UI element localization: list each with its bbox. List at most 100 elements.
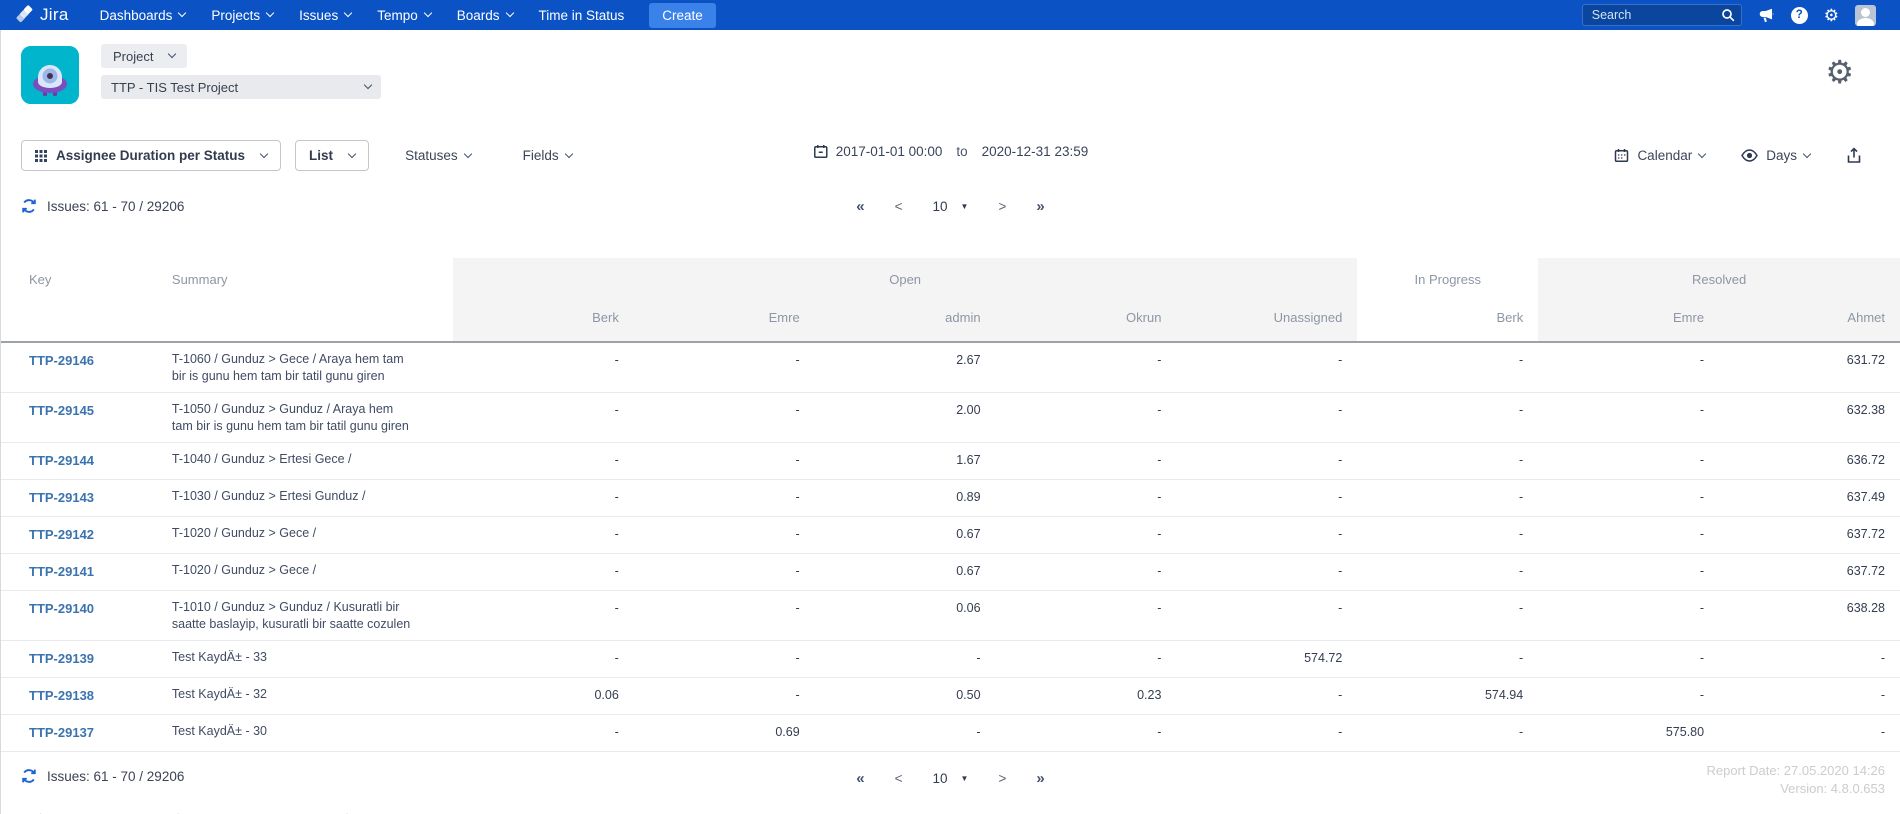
nav-item-issues[interactable]: Issues — [286, 0, 364, 30]
search-input[interactable] — [1582, 4, 1742, 26]
prev-page-button[interactable]: < — [895, 199, 903, 214]
unit-dropdown[interactable]: Days — [1741, 140, 1810, 171]
table-row: TTP-29146T-1060 / Gunduz > Gece / Araya … — [1, 342, 1900, 393]
chevron-down-icon — [168, 50, 176, 58]
project-select[interactable]: TTP - TIS Test Project — [101, 75, 381, 99]
value-cell: - — [1719, 641, 1900, 678]
value-cell: 0.06 — [453, 678, 634, 715]
nav-item-projects[interactable]: Projects — [198, 0, 286, 30]
create-button[interactable]: Create — [649, 3, 716, 28]
summary-cell: T-1030 / Gunduz > Ertesi Gunduz / — [172, 480, 453, 517]
view-dropdown[interactable]: List — [295, 140, 369, 171]
chevron-down-icon — [564, 149, 572, 157]
issue-key-link[interactable]: TTP-29142 — [29, 527, 94, 542]
next-page-button[interactable]: > — [998, 771, 1006, 786]
issue-key-link[interactable]: TTP-29137 — [29, 725, 94, 740]
statuses-dropdown[interactable]: Statuses — [405, 140, 471, 171]
value-cell: - — [453, 393, 634, 443]
issue-key-link[interactable]: TTP-29146 — [29, 353, 94, 368]
chevron-down-icon — [260, 149, 268, 157]
value-cell: - — [996, 393, 1177, 443]
value-cell: 575.80 — [1538, 715, 1719, 752]
value-cell: - — [815, 641, 996, 678]
fields-dropdown[interactable]: Fields — [523, 140, 572, 171]
table-header: KeySummaryOpenIn ProgressResolved BerkEm… — [1, 258, 1900, 342]
issue-key-link[interactable]: TTP-29144 — [29, 453, 94, 468]
first-page-button[interactable]: « — [856, 770, 864, 787]
project-avatar — [21, 46, 79, 104]
announcements-megaphone-icon[interactable] — [1758, 7, 1775, 24]
value-cell: 0.06 — [815, 591, 996, 641]
first-page-button[interactable]: « — [856, 198, 864, 215]
chevron-down-icon — [423, 9, 431, 17]
export-icon[interactable] — [1846, 147, 1862, 164]
brand-name: Jira — [40, 5, 69, 25]
summary-cell: T-1020 / Gunduz > Gece / — [172, 554, 453, 591]
report-table: KeySummaryOpenIn ProgressResolved BerkEm… — [1, 258, 1900, 752]
grid-icon — [35, 150, 47, 162]
nav-settings-gear-icon[interactable]: ⚙ — [1824, 7, 1839, 24]
issue-key-cell: TTP-29141 — [1, 554, 172, 591]
report-toolbar: Assignee Duration per Status List Status… — [1, 118, 1900, 178]
assignee-column-header: Emre — [634, 296, 815, 342]
date-from: 2017-01-01 00:00 — [836, 144, 943, 159]
value-cell: 0.23 — [996, 678, 1177, 715]
next-page-button[interactable]: > — [998, 199, 1006, 214]
value-cell: 638.28 — [1719, 591, 1900, 641]
last-page-button[interactable]: » — [1036, 198, 1044, 215]
nav-item-tempo[interactable]: Tempo — [364, 0, 444, 30]
prev-page-button[interactable]: < — [895, 771, 903, 786]
issue-key-link[interactable]: TTP-29145 — [29, 403, 94, 418]
page-size-select[interactable]: 10 ▼ — [933, 771, 969, 786]
value-cell: 0.89 — [815, 480, 996, 517]
eye-icon — [1741, 149, 1758, 162]
pagination-bottom: « < 10 ▼ > » — [856, 770, 1044, 787]
value-cell: - — [1357, 591, 1538, 641]
issue-key-link[interactable]: TTP-29138 — [29, 688, 94, 703]
issue-key-link[interactable]: TTP-29139 — [29, 651, 94, 666]
help-icon[interactable]: ? — [1791, 7, 1808, 24]
table-body: TTP-29146T-1060 / Gunduz > Gece / Araya … — [1, 342, 1900, 752]
status-group-header: In Progress — [1357, 258, 1538, 296]
settings-gear-icon[interactable]: ⚙ — [1825, 56, 1854, 88]
assignee-column-header: Emre — [1538, 296, 1719, 342]
issue-key-cell: TTP-29145 — [1, 393, 172, 443]
summary-cell: T-1020 / Gunduz > Gece / — [172, 517, 453, 554]
user-avatar[interactable] — [1855, 5, 1876, 26]
nav-item-time-in-status[interactable]: Time in Status — [526, 0, 638, 30]
table-row: TTP-29139Test KaydÄ± - 33----574.72--- — [1, 641, 1900, 678]
refresh-icon[interactable] — [21, 768, 37, 784]
table-row: TTP-29142T-1020 / Gunduz > Gece /--0.67-… — [1, 517, 1900, 554]
project-type-button[interactable]: Project — [101, 44, 187, 68]
page-size-select[interactable]: 10 ▼ — [933, 199, 969, 214]
issue-key-link[interactable]: TTP-29141 — [29, 564, 94, 579]
issue-key-link[interactable]: TTP-29140 — [29, 601, 94, 616]
chevron-down-icon — [178, 9, 186, 17]
nav-item-dashboards[interactable]: Dashboards — [87, 0, 199, 30]
value-cell: - — [634, 342, 815, 393]
report-type-dropdown[interactable]: Assignee Duration per Status — [21, 140, 281, 171]
value-cell: - — [1176, 517, 1357, 554]
calendar-dropdown[interactable]: Calendar — [1614, 140, 1705, 171]
value-cell: - — [1538, 591, 1719, 641]
refresh-icon[interactable] — [21, 198, 37, 214]
value-cell: 2.00 — [815, 393, 996, 443]
value-cell: - — [453, 517, 634, 554]
last-page-button[interactable]: » — [1036, 770, 1044, 787]
assignee-column-header: Berk — [1357, 296, 1538, 342]
date-range[interactable]: 2017-01-01 00:00 to 2020-12-31 23:59 — [813, 144, 1088, 159]
date-to-word: to — [956, 144, 967, 159]
issue-key-link[interactable]: TTP-29143 — [29, 490, 94, 505]
value-cell: - — [996, 554, 1177, 591]
summary-cell: Test KaydÄ± - 33 — [172, 641, 453, 678]
value-cell: - — [1357, 342, 1538, 393]
date-to: 2020-12-31 23:59 — [982, 144, 1089, 159]
table-row: TTP-29140T-1010 / Gunduz > Gunduz / Kusu… — [1, 591, 1900, 641]
value-cell: - — [1538, 443, 1719, 480]
nav-item-boards[interactable]: Boards — [444, 0, 526, 30]
assignee-column-header: Okrun — [996, 296, 1177, 342]
issues-row-top: Issues: 61 - 70 / 29206 « < 10 ▼ > » — [1, 178, 1900, 232]
search-icon[interactable] — [1721, 8, 1735, 22]
value-cell: - — [1357, 393, 1538, 443]
jira-home-link[interactable]: Jira — [14, 5, 69, 25]
